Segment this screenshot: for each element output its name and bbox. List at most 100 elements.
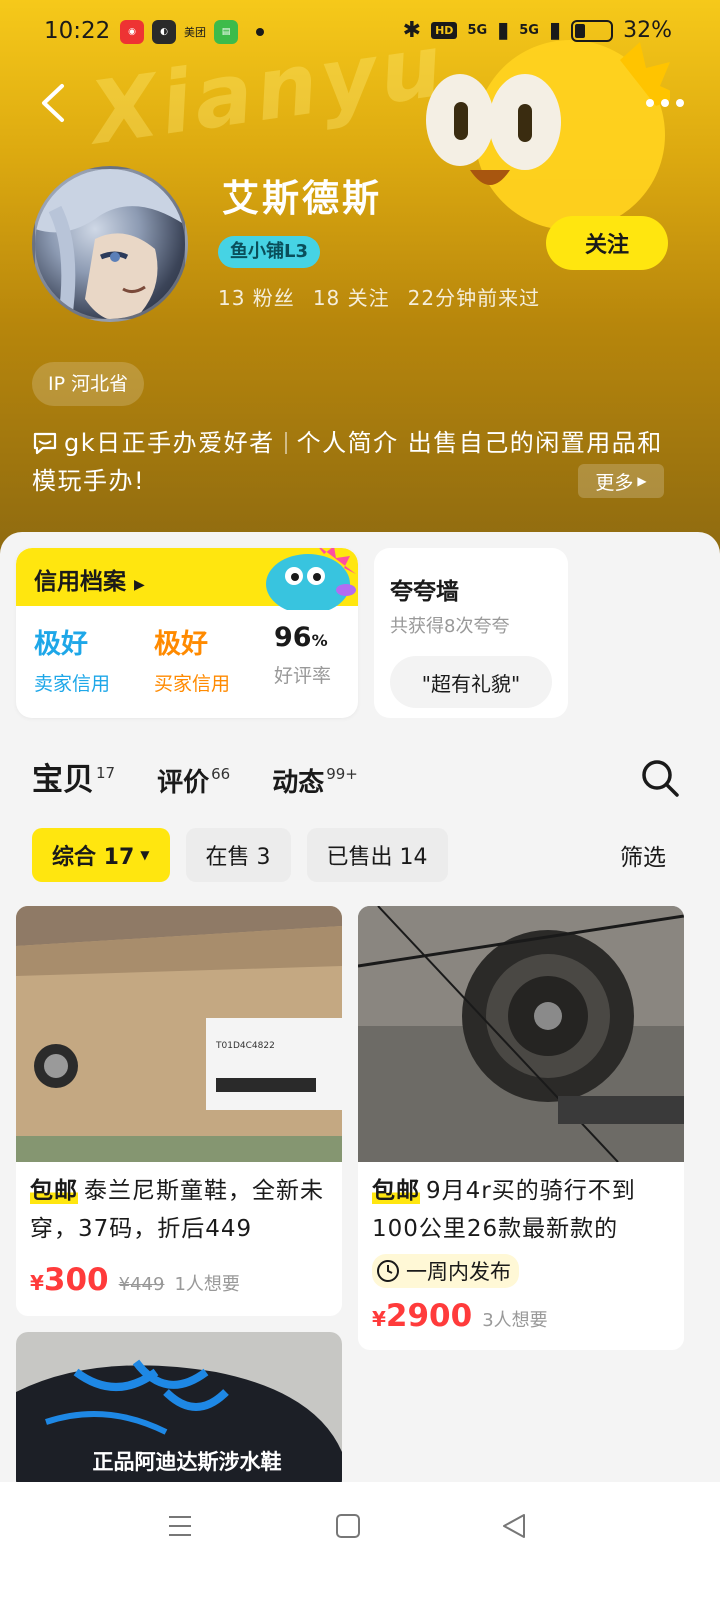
wechat-icon: ◐ (152, 20, 176, 44)
product-price: ¥2900 (372, 1298, 472, 1334)
filter-sold-label: 已售出 14 (326, 845, 428, 870)
filter-on-sale[interactable]: 在售 3 (185, 828, 291, 882)
triangle-right-icon: ▶ (134, 577, 145, 593)
hd-icon: HD (431, 22, 458, 39)
positive-rate-label: 好评率 (274, 665, 332, 687)
notification-app-icon: ◉ (120, 20, 144, 44)
product-price: ¥300 (30, 1262, 109, 1298)
ip-location-tag: IP 河北省 (32, 362, 145, 406)
status-bar: 10:22 ◉ ◐ 美团 ▤ ✱ HD 5G ▮ 5G ▮ 32% (0, 0, 720, 64)
tab-items[interactable]: 宝贝 17 (32, 754, 115, 799)
product-overlay-title: 正品阿迪达斯涉水鞋 (92, 1450, 282, 1474)
positive-rate-value: 96 (274, 622, 312, 653)
bio-more-label: 更多 (595, 471, 634, 494)
new-this-week-label: 一周内发布 (406, 1260, 511, 1284)
last-seen: 22分钟前来过 (407, 286, 541, 310)
filter-all-label: 综合 17 (52, 845, 135, 870)
credit-title: 信用档案 ▶ (34, 562, 145, 596)
tab-posts-count: 99+ (326, 765, 358, 783)
seller-credit-value: 极好 (34, 629, 88, 660)
filter-all[interactable]: 综合 17 ▼ (32, 828, 170, 882)
price-row: ¥2900 3人想要 (372, 1298, 548, 1334)
tab-items-count: 17 (96, 764, 116, 782)
bio-more-button[interactable]: 更多 ▶ (578, 464, 664, 498)
product-image: T01D4C4822 (16, 906, 342, 1162)
positive-rate-unit: % (311, 631, 328, 650)
praise-wall-card[interactable]: 夸夸墙 共获得8次夸夸 "超有礼貌" (374, 548, 568, 718)
signal-bars-icon: ▮ (497, 18, 510, 43)
caret-down-icon: ▼ (140, 848, 150, 862)
new-this-week-badge: 一周内发布 (372, 1254, 519, 1288)
tab-items-label: 宝贝 (32, 762, 94, 798)
price-value: 300 (43, 1262, 109, 1298)
seller-credit-label: 卖家信用 (34, 673, 111, 695)
battery-percent: 32% (623, 18, 672, 43)
credit-title-label: 信用档案 (34, 569, 126, 595)
clock-icon (377, 1260, 399, 1282)
back-icon[interactable] (500, 1512, 528, 1540)
content-tabs: 宝贝 17 评价 66 动态 99+ (32, 754, 358, 799)
home-icon[interactable] (334, 1512, 362, 1540)
product-card[interactable]: 正品阿迪达斯涉水鞋 (16, 1332, 342, 1492)
messages-icon: ▤ (214, 20, 238, 44)
price-symbol: ¥ (372, 1307, 386, 1331)
seller-credit: 极好 卖家信用 (34, 622, 110, 696)
meituan-icon: 美团 (184, 26, 206, 39)
user-nickname: 艾斯德斯 (222, 177, 382, 220)
more-options-icon[interactable] (642, 88, 688, 118)
buyer-credit-value: 极好 (154, 629, 208, 660)
product-card[interactable]: T01D4C4822 包邮 泰兰尼斯童鞋，全新未穿，37码，折后449 ¥300 … (16, 906, 342, 1316)
tab-posts[interactable]: 动态 99+ (272, 762, 358, 799)
search-icon[interactable] (640, 758, 680, 798)
free-shipping-tag: 包邮 (372, 1178, 420, 1204)
signal-5g-icon: 5G (467, 23, 488, 38)
tab-reviews[interactable]: 评价 66 (157, 762, 230, 799)
filter-button[interactable]: 筛选 (620, 838, 666, 872)
profile-stats: 13 粉丝 18 关注 22分钟前来过 (218, 282, 540, 311)
bio-hobby: gk日正手办爱好者 (64, 429, 275, 457)
product-title: 包邮 泰兰尼斯童鞋，全新未穿，37码，折后449 (30, 1172, 330, 1248)
box-label-text: T01D4C4822 (215, 1041, 275, 1051)
signal-5g-2-icon: 5G (519, 23, 539, 38)
price-value: 2900 (385, 1298, 473, 1334)
fish-mascot-icon (266, 548, 356, 610)
notification-dot-icon (256, 28, 264, 36)
menu-icon[interactable] (166, 1512, 194, 1540)
buyer-credit: 极好 买家信用 (154, 622, 230, 696)
price-row: ¥300 ¥449 1人想要 (30, 1262, 240, 1298)
filter-on-sale-label: 在售 3 (205, 845, 271, 870)
price-symbol: ¥ (30, 1271, 44, 1295)
want-count: 1人想要 (174, 1274, 240, 1295)
credit-header: 信用档案 ▶ (16, 548, 358, 610)
following-count[interactable]: 18 关注 (313, 282, 390, 311)
positive-rate: 96% 好评率 (274, 622, 331, 688)
status-indicators: ✱ HD 5G ▮ 5G ▮ 32% (403, 18, 672, 43)
triangle-right-icon: ▶ (637, 474, 647, 488)
chat-bubble-icon (33, 432, 57, 455)
shop-level-badge[interactable]: 鱼小铺L3 (218, 236, 320, 268)
praise-tag: "超有礼貌" (390, 656, 552, 708)
tab-reviews-label: 评价 (157, 768, 210, 798)
back-arrow-icon[interactable] (34, 80, 74, 126)
filter-sold[interactable]: 已售出 14 (306, 828, 448, 882)
tab-posts-label: 动态 (272, 768, 325, 798)
filter-chips: 综合 17 ▼ 在售 3 已售出 14 (32, 828, 448, 882)
avatar[interactable] (32, 166, 188, 322)
follow-button[interactable]: 关注 (546, 216, 668, 270)
avatar-illustration (35, 169, 185, 319)
praise-count: 共获得8次夸夸 (390, 616, 510, 637)
bluetooth-icon: ✱ (402, 18, 422, 43)
credit-profile-card[interactable]: 信用档案 ▶ 极好 卖家信用 极好 买家信用 96% 好评率 (16, 548, 358, 718)
profile-header: Xianyu 10:22 ◉ ◐ 美团 ▤ ✱ HD 5G ▮ 5G ▮ 32% (0, 0, 720, 560)
product-title: 包邮 9月4r买的骑行不到100公里26款最新款的 (372, 1172, 672, 1248)
signal-bars-2-icon: ▮ (548, 18, 562, 43)
status-time: 10:22 (44, 18, 111, 44)
fish-mascot-icon (426, 40, 670, 230)
want-count: 3人想要 (482, 1310, 548, 1331)
product-card[interactable]: 包邮 9月4r买的骑行不到100公里26款最新款的 一周内发布 ¥2900 3人想… (358, 906, 684, 1350)
content-sheet: 信用档案 ▶ 极好 卖家信用 极好 买家信用 96% 好评率 夸夸墙 共获得8次 (0, 532, 720, 1612)
original-price: ¥449 (118, 1274, 165, 1295)
fans-count[interactable]: 13 粉丝 (218, 282, 295, 311)
bio-divider (284, 432, 287, 454)
buyer-credit-label: 买家信用 (154, 673, 231, 695)
